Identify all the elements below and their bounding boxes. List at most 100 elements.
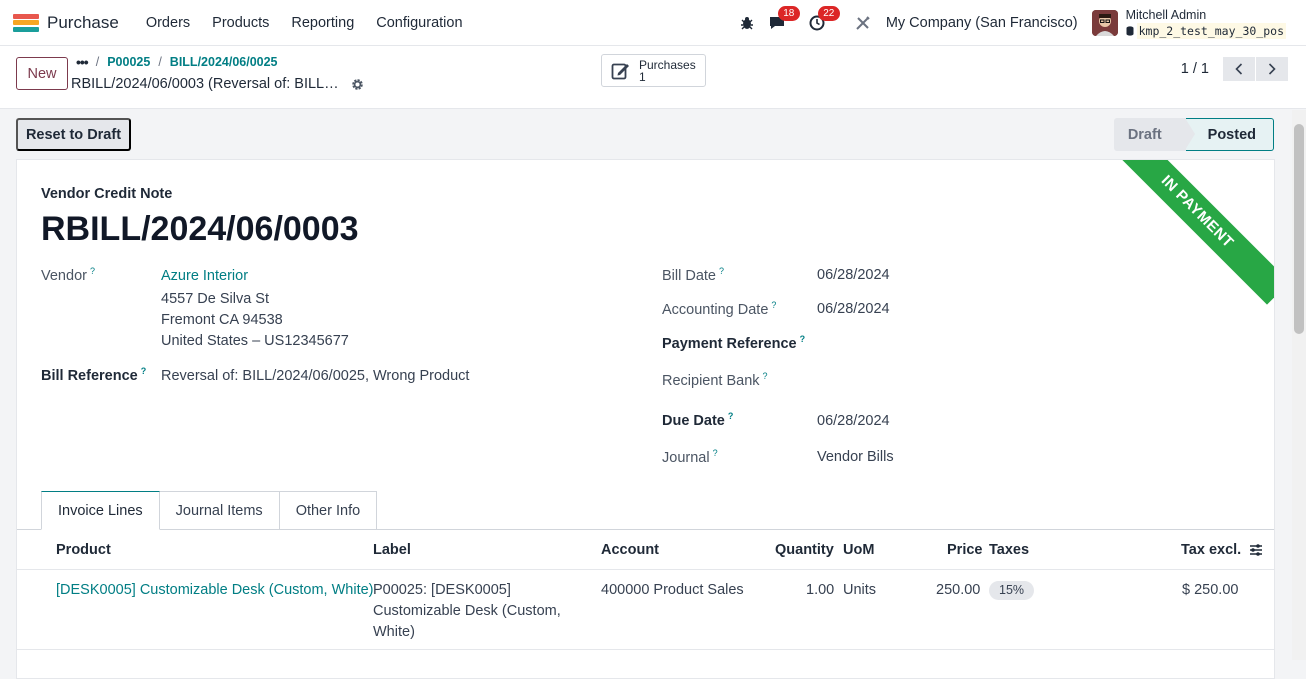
breadcrumb: ••• / P00025 / BILL/2024/06/0025	[76, 54, 278, 70]
line-product[interactable]: [DESK0005] Customizable Desk (Custom, Wh…	[56, 580, 374, 601]
label-line: Customizable Desk (Custom,	[373, 603, 561, 619]
help-icon[interactable]: ?	[90, 266, 95, 276]
breadcrumb-item-bill[interactable]: BILL/2024/06/0025	[170, 55, 278, 69]
in-payment-ribbon: IN PAYMENT	[1104, 160, 1274, 305]
due-date-field[interactable]: 06/28/2024	[817, 413, 890, 429]
column-header-product[interactable]: Product	[56, 542, 111, 558]
breadcrumb-separator: /	[95, 55, 100, 69]
column-header-uom[interactable]: UoM	[843, 542, 874, 558]
record-title-row: RBILL/2024/06/0003 (Reversal of: BILL…	[71, 76, 364, 92]
control-panel: New ••• / P00025 / BILL/2024/06/0025 RBI…	[0, 46, 1306, 109]
stage-draft[interactable]: Draft	[1113, 118, 1186, 151]
line-quantity[interactable]: 1.00	[806, 580, 834, 601]
help-icon[interactable]: ?	[141, 366, 147, 376]
document-type: Vendor Credit Note	[41, 186, 173, 202]
edit-document-icon	[611, 62, 633, 80]
purchases-smart-button[interactable]: Purchases 1	[601, 54, 706, 87]
reset-to-draft-button[interactable]: Reset to Draft	[16, 118, 131, 151]
gear-icon[interactable]	[351, 78, 364, 91]
address-line: Fremont CA 94538	[161, 312, 283, 328]
label-line: P00025: [DESK0005]	[373, 582, 511, 598]
payment-reference-label: Payment Reference?	[662, 334, 806, 352]
line-account[interactable]: 400000 Product Sales	[601, 580, 744, 601]
messages-icon[interactable]: 18	[766, 6, 800, 34]
vendor-link[interactable]: Azure Interior	[161, 268, 248, 284]
help-icon[interactable]: ?	[771, 300, 776, 310]
page-scrollbar[interactable]	[1292, 110, 1306, 660]
bill-reference-field[interactable]: Reversal of: BILL/2024/06/0025, Wrong Pr…	[161, 368, 469, 384]
address-line: 4557 De Silva St	[161, 291, 270, 307]
database-icon	[1126, 26, 1134, 36]
accounting-date-label: Accounting Date?	[662, 300, 777, 318]
column-header-taxes[interactable]: Taxes	[989, 542, 1029, 558]
column-header-quantity[interactable]: Quantity	[775, 542, 834, 558]
user-name: Mitchell Admin	[1125, 8, 1207, 22]
address-line: United States – US12345677	[161, 333, 349, 349]
line-uom[interactable]: Units	[843, 580, 876, 601]
help-icon[interactable]: ?	[713, 448, 718, 458]
menu-orders[interactable]: Orders	[141, 15, 195, 31]
menu-configuration[interactable]: Configuration	[371, 15, 467, 31]
line-taxes[interactable]: 15%	[989, 580, 1035, 601]
line-subtotal: $ 250.00	[1182, 582, 1239, 598]
journal-label: Journal?	[662, 448, 718, 466]
help-icon[interactable]: ?	[719, 266, 724, 276]
bill-date-label: Bill Date?	[662, 266, 725, 284]
breadcrumb-separator: /	[158, 55, 162, 69]
row-divider	[17, 649, 1274, 650]
pager-next-button[interactable]	[1256, 57, 1288, 81]
scrollbar-thumb[interactable]	[1294, 124, 1304, 334]
company-switcher[interactable]: My Company (San Francisco)	[886, 15, 1078, 31]
new-button[interactable]: New	[16, 57, 68, 90]
line-price[interactable]: 250.00	[936, 580, 980, 601]
label-line: White)	[373, 624, 415, 640]
journal-field[interactable]: Vendor Bills	[817, 449, 894, 465]
stage-posted[interactable]: Posted	[1184, 118, 1274, 151]
help-icon[interactable]: ?	[728, 411, 734, 421]
recipient-bank-label: Recipient Bank?	[662, 371, 768, 389]
bug-icon[interactable]	[736, 12, 758, 34]
line-label[interactable]: P00025: [DESK0005] Customizable Desk (Cu…	[373, 580, 561, 643]
tax-tag: 15%	[989, 581, 1035, 600]
help-icon[interactable]: ?	[763, 371, 768, 381]
accounting-date-field[interactable]: 06/28/2024	[817, 301, 890, 317]
tab-other-info[interactable]: Other Info	[279, 491, 378, 530]
pager: 1 / 1	[1181, 57, 1288, 81]
bill-date-field[interactable]: 06/28/2024	[817, 267, 890, 283]
menu-products[interactable]: Products	[207, 15, 274, 31]
column-header-label[interactable]: Label	[373, 542, 411, 558]
tools-icon[interactable]	[852, 12, 874, 34]
column-header-tax-excl[interactable]: Tax excl.	[1181, 542, 1241, 558]
breadcrumb-item-purchase-order[interactable]: P00025	[107, 55, 150, 69]
column-header-account[interactable]: Account	[601, 542, 659, 558]
notebook-tabs: Invoice Lines Journal Items Other Info	[41, 491, 378, 530]
chevron-left-icon	[1235, 63, 1243, 75]
status-bar: Draft Posted	[1113, 118, 1274, 151]
vendor-label: Vendor?	[41, 266, 95, 284]
main-menu: Orders Products Reporting Configuration	[129, 15, 468, 31]
user-menu[interactable]: Mitchell Admin kmp_2_test_may_30_pos	[1126, 7, 1286, 39]
main-navbar: Purchase Orders Products Reporting Confi…	[0, 0, 1306, 46]
smart-button-count: 1	[639, 69, 646, 84]
column-header-price[interactable]: Price	[947, 542, 982, 558]
optional-columns-icon[interactable]	[1249, 543, 1263, 560]
chevron-right-icon	[1268, 63, 1276, 75]
help-icon[interactable]: ?	[800, 334, 806, 344]
menu-reporting[interactable]: Reporting	[286, 15, 359, 31]
due-date-label: Due Date?	[662, 411, 734, 429]
activities-badge: 22	[817, 6, 840, 21]
app-name[interactable]: Purchase	[47, 13, 119, 33]
pager-previous-button[interactable]	[1223, 57, 1255, 81]
breadcrumb-more-icon[interactable]: •••	[76, 54, 89, 70]
avatar[interactable]	[1091, 10, 1118, 36]
database-row: kmp_2_test_may_30_pos	[1126, 23, 1286, 39]
activities-clock-icon[interactable]: 22	[806, 6, 840, 34]
smart-button-label: Purchases	[639, 57, 696, 72]
purchase-app-icon[interactable]	[13, 13, 39, 32]
pager-value[interactable]: 1 / 1	[1181, 61, 1209, 77]
tab-journal-items[interactable]: Journal Items	[159, 491, 280, 530]
form-sheet: IN PAYMENT Vendor Credit Note RBILL/2024…	[16, 159, 1275, 679]
database-name: kmp_2_test_may_30_pos	[1136, 23, 1286, 39]
tab-invoice-lines[interactable]: Invoice Lines	[41, 491, 160, 530]
bill-reference-label: Bill Reference?	[41, 366, 147, 384]
